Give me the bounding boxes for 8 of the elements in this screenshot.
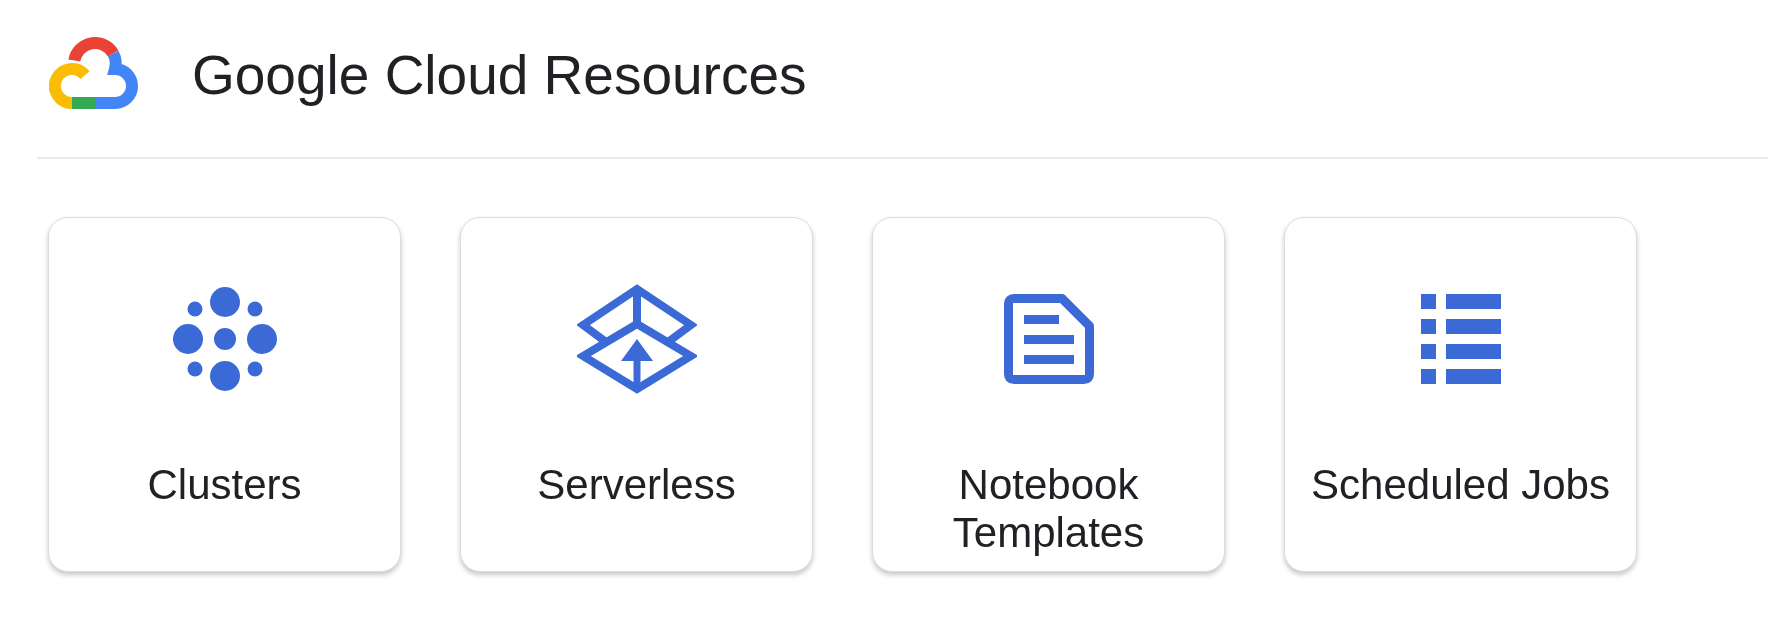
resource-tile[interactable]: Clusters bbox=[48, 217, 401, 572]
resource-tile[interactable]: Scheduled Jobs bbox=[1284, 217, 1637, 572]
resource-tile[interactable]: Serverless bbox=[460, 217, 813, 572]
list-icon bbox=[1420, 294, 1501, 384]
document-icon bbox=[1003, 294, 1094, 384]
resource-tile[interactable]: Notebook Templates bbox=[872, 217, 1225, 572]
stacked-diamonds-arrow-icon bbox=[576, 284, 697, 394]
dots-cluster-icon bbox=[172, 287, 277, 391]
